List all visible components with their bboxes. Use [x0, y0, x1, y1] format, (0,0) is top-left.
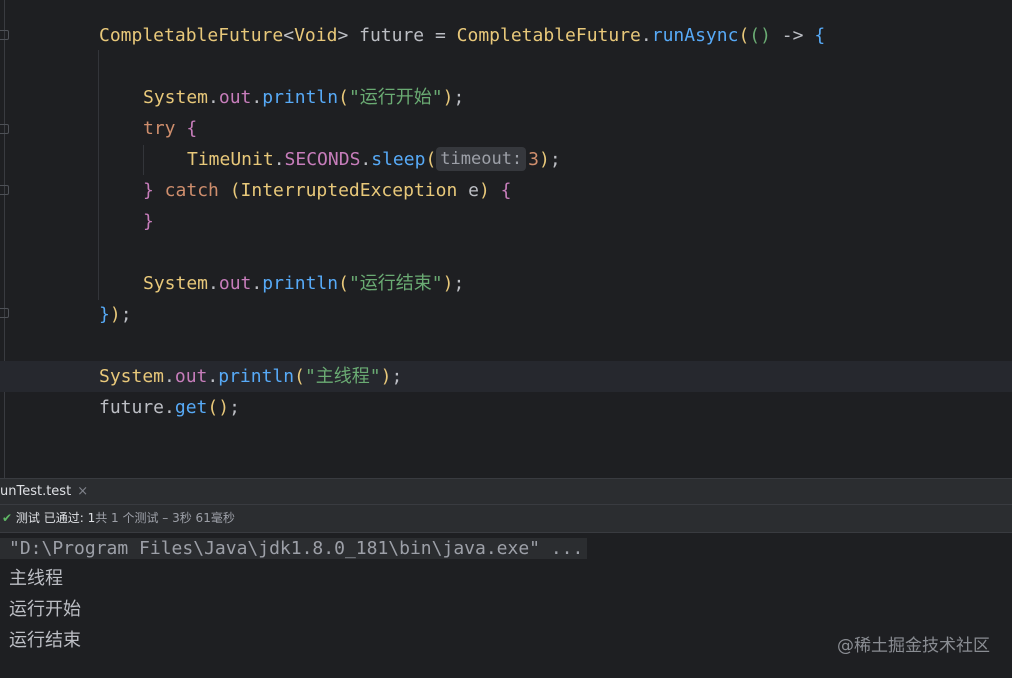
- status-detail: 共 1 个测试 – 3秒 61毫秒: [95, 511, 235, 525]
- console-line: 运行开始: [9, 599, 81, 620]
- code-line[interactable]: } catch (InterruptedException e) {: [143, 175, 512, 206]
- test-status-bar: ✔ 测试 已通过: 1共 1 个测试 – 3秒 61毫秒: [0, 505, 1012, 533]
- code-line[interactable]: try {: [143, 113, 197, 144]
- console-line: 主线程: [9, 568, 63, 589]
- parameter-hint: timeout:: [436, 147, 527, 171]
- watermark: @稀土掘金技术社区: [837, 636, 990, 656]
- indent-guide: [98, 50, 99, 300]
- console-line: 运行结束: [9, 630, 81, 651]
- console-line: "D:\Program Files\Java\jdk1.8.0_181\bin\…: [0, 534, 588, 564]
- console-command: "D:\Program Files\Java\jdk1.8.0_181\bin\…: [0, 538, 588, 559]
- code-line[interactable]: System.out.println("运行开始");: [143, 82, 464, 113]
- fold-marker[interactable]: [0, 124, 9, 134]
- run-tab-bar: unTest.test ×: [0, 478, 1012, 505]
- fold-marker[interactable]: [0, 308, 9, 318]
- indent-guide: [143, 145, 144, 175]
- run-panel: unTest.test × ✔ 测试 已通过: 1共 1 个测试 – 3秒 61毫…: [0, 478, 1012, 678]
- gutter-line: [4, 0, 5, 478]
- code-editor[interactable]: CompletableFuture<Void> future = Complet…: [0, 0, 1012, 478]
- code-line[interactable]: System.out.println("主线程");: [99, 361, 402, 392]
- code-line[interactable]: future.get();: [99, 392, 240, 423]
- code-line[interactable]: }: [143, 206, 154, 237]
- fold-marker[interactable]: [0, 185, 9, 195]
- code-line[interactable]: TimeUnit.SECONDS.sleep(timeout: 3);: [187, 144, 561, 175]
- fold-marker[interactable]: [0, 30, 9, 40]
- close-icon[interactable]: ×: [77, 484, 88, 499]
- run-tab[interactable]: unTest.test ×: [0, 479, 94, 505]
- check-icon: ✔: [2, 511, 13, 525]
- code-line[interactable]: CompletableFuture<Void> future = Complet…: [99, 20, 825, 51]
- status-prefix: 测试 已通过:: [15, 511, 88, 525]
- code-line[interactable]: System.out.println("运行结束");: [143, 268, 464, 299]
- code-line[interactable]: });: [99, 299, 132, 330]
- console-output[interactable]: "D:\Program Files\Java\jdk1.8.0_181\bin\…: [0, 533, 1012, 678]
- run-tab-label: unTest.test: [0, 484, 72, 499]
